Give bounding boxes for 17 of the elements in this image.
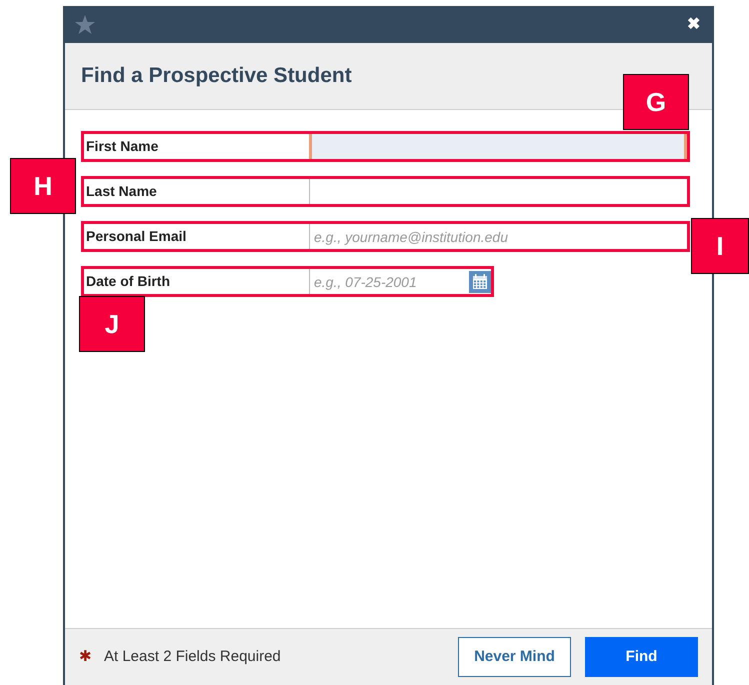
callout-label: G	[623, 74, 689, 130]
find-button[interactable]: Find	[585, 637, 698, 677]
star-icon	[73, 12, 97, 36]
field-label: First Name	[85, 137, 160, 156]
callout-label: H	[10, 158, 76, 214]
field-label: Personal Email	[85, 227, 188, 246]
cancel-button[interactable]: Never Mind	[458, 637, 571, 677]
required-note: At Least 2 Fields Required	[104, 646, 281, 667]
input-field[interactable]	[309, 134, 687, 159]
close-button[interactable]: ✖	[683, 16, 704, 32]
calendar-icon[interactable]	[469, 270, 491, 292]
field-label: Date of Birth	[85, 272, 171, 291]
dialog-title: Find a Prospective Student	[81, 63, 352, 90]
required-icon: ✱	[79, 646, 92, 668]
callout-label: I	[691, 218, 749, 274]
field-label: Last Name	[85, 182, 158, 201]
callout-label: J	[79, 296, 145, 352]
